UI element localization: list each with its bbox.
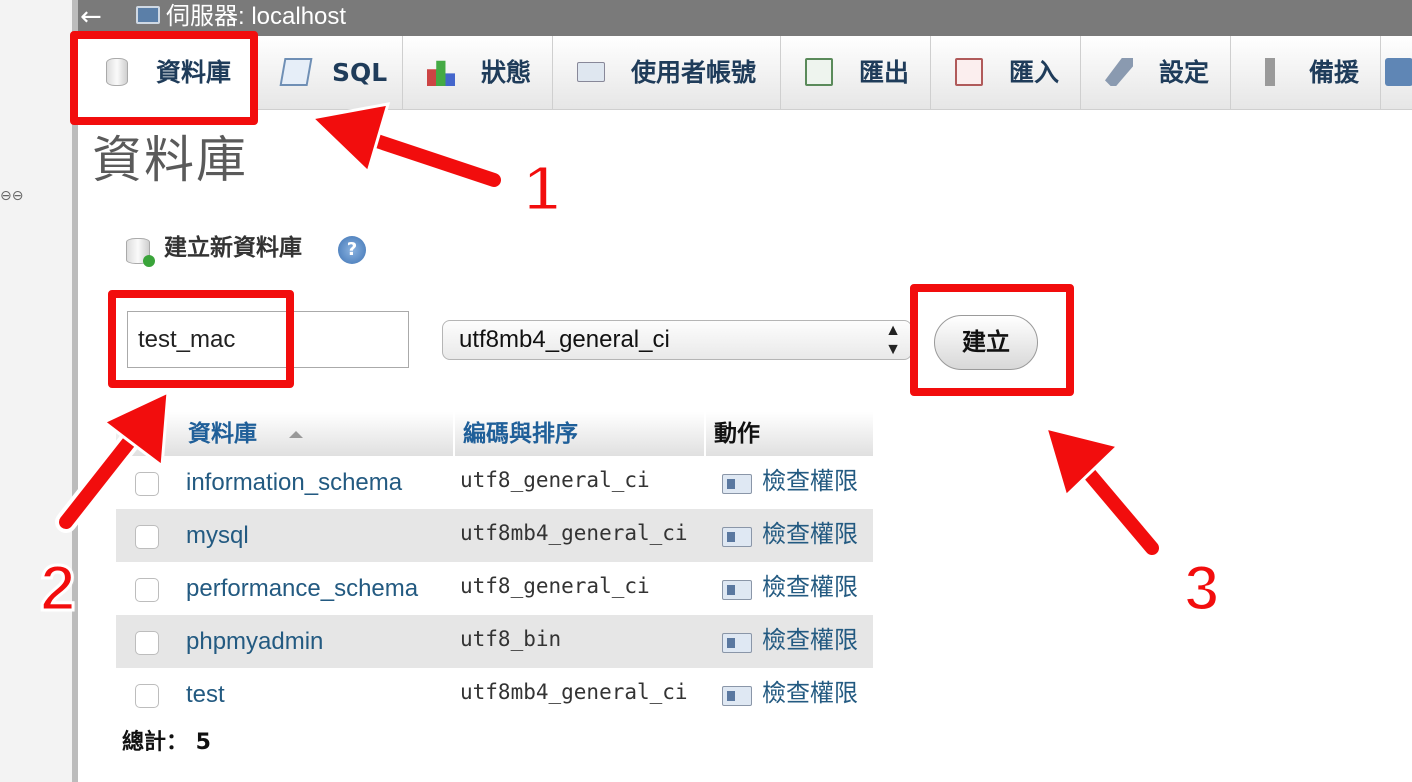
table-header: 資料庫 編碼與排序 動作 xyxy=(116,412,873,456)
check-privileges-link[interactable]: 檢查權限 xyxy=(762,615,858,665)
table-row: performance_schema utf8_general_ci 檢查權限 xyxy=(116,562,873,615)
table-row: test utf8mb4_general_ci 檢查權限 xyxy=(116,668,873,721)
row-checkbox[interactable] xyxy=(135,631,159,655)
annotation-box-databases-tab xyxy=(70,31,258,125)
row-checkbox[interactable] xyxy=(135,472,159,496)
tab-label: 備援 xyxy=(1309,58,1360,87)
annotation-number-2: 2 xyxy=(39,552,78,624)
tab-sql[interactable]: SQL xyxy=(258,36,403,110)
tab-label: SQL xyxy=(332,58,388,87)
database-link[interactable]: information_schema xyxy=(186,456,402,509)
collation-cell: utf8_general_ci xyxy=(460,468,650,492)
collation-selected-value: utf8mb4_general_ci xyxy=(459,326,670,353)
back-arrow-icon[interactable]: ← xyxy=(80,2,102,32)
row-checkbox[interactable] xyxy=(135,525,159,549)
sort-ascending-icon[interactable] xyxy=(289,431,303,438)
help-icon[interactable]: ? xyxy=(338,236,366,264)
tab-more[interactable] xyxy=(1381,36,1412,110)
user-privileges-icon[interactable] xyxy=(722,633,752,653)
database-link[interactable]: test xyxy=(186,668,225,721)
check-privileges-link[interactable]: 檢查權限 xyxy=(762,562,858,612)
database-link[interactable]: phpmyadmin xyxy=(186,615,323,668)
status-icon xyxy=(427,60,455,86)
check-privileges-link[interactable]: 檢查權限 xyxy=(762,668,858,718)
main-tab-bar: 資料庫 SQL 狀態 使用者帳號 匯出 匯入 設定 備援 xyxy=(78,36,1412,110)
annotation-arrow-1 xyxy=(308,102,505,191)
replication-icon xyxy=(1265,58,1275,86)
table-row: mysql utf8mb4_general_ci 檢查權限 xyxy=(116,509,873,562)
user-privileges-icon[interactable] xyxy=(722,580,752,600)
tab-import[interactable]: 匯入 xyxy=(931,36,1081,110)
annotation-arrow-3 xyxy=(1043,425,1163,559)
annotation-number-1: 1 xyxy=(523,152,562,224)
navigation-panel: ⊖⊖ xyxy=(0,0,72,782)
wrench-icon xyxy=(1105,58,1133,86)
check-privileges-link[interactable]: 檢查權限 xyxy=(762,456,858,506)
user-privileges-icon[interactable] xyxy=(722,474,752,494)
column-header-database[interactable]: 資料庫 xyxy=(188,412,257,456)
total-count: 總計： 5 xyxy=(122,730,211,755)
tab-label: 使用者帳號 xyxy=(631,58,757,87)
tab-label: 狀態 xyxy=(481,58,532,87)
more-tabs-icon xyxy=(1385,58,1412,86)
select-arrows-icon: ▲ ▼ xyxy=(885,322,901,358)
annotation-box-create-button xyxy=(910,284,1074,396)
tab-label: 匯出 xyxy=(859,58,910,87)
column-divider xyxy=(453,412,455,456)
database-link[interactable]: performance_schema xyxy=(186,562,418,615)
check-privileges-link[interactable]: 檢查權限 xyxy=(762,509,858,559)
user-privileges-icon[interactable] xyxy=(722,527,752,547)
collation-cell: utf8mb4_general_ci xyxy=(460,521,688,545)
server-breadcrumb-bar: ← 伺服器: localhost xyxy=(78,0,1412,36)
database-link[interactable]: mysql xyxy=(186,509,249,562)
row-checkbox[interactable] xyxy=(135,578,159,602)
tab-settings[interactable]: 設定 xyxy=(1081,36,1231,110)
column-divider xyxy=(704,412,706,456)
tab-user-accounts[interactable]: 使用者帳號 xyxy=(553,36,781,110)
tab-label: 匯入 xyxy=(1009,58,1060,87)
link-icon[interactable]: ⊖⊖ xyxy=(0,188,23,204)
users-icon xyxy=(577,62,605,82)
tab-replication[interactable]: 備援 xyxy=(1231,36,1381,110)
create-database-heading: 建立新資料庫 xyxy=(164,235,302,261)
sql-icon xyxy=(279,58,313,86)
table-row: information_schema utf8_general_ci 檢查權限 xyxy=(116,456,873,509)
row-checkbox[interactable] xyxy=(135,684,159,708)
table-row: phpmyadmin utf8_bin 檢查權限 xyxy=(116,615,873,668)
tab-export[interactable]: 匯出 xyxy=(781,36,931,110)
server-icon xyxy=(136,6,160,24)
user-privileges-icon[interactable] xyxy=(722,686,752,706)
annotation-number-3: 3 xyxy=(1183,552,1222,624)
import-icon xyxy=(955,58,983,86)
page-title: 資料庫 xyxy=(92,131,248,189)
server-breadcrumb[interactable]: 伺服器: localhost xyxy=(166,2,346,32)
tab-status[interactable]: 狀態 xyxy=(403,36,553,110)
collation-cell: utf8mb4_general_ci xyxy=(460,680,688,704)
export-icon xyxy=(805,58,833,86)
column-header-action: 動作 xyxy=(714,421,760,447)
collation-cell: utf8_bin xyxy=(460,627,562,651)
collation-select[interactable]: utf8mb4_general_ci ▲ ▼ xyxy=(442,320,912,360)
collation-cell: utf8_general_ci xyxy=(460,574,650,598)
column-header-collation[interactable]: 編碼與排序 xyxy=(463,412,578,456)
annotation-box-name-input xyxy=(108,290,294,388)
database-add-icon xyxy=(126,238,155,267)
tab-label: 設定 xyxy=(1159,58,1210,87)
